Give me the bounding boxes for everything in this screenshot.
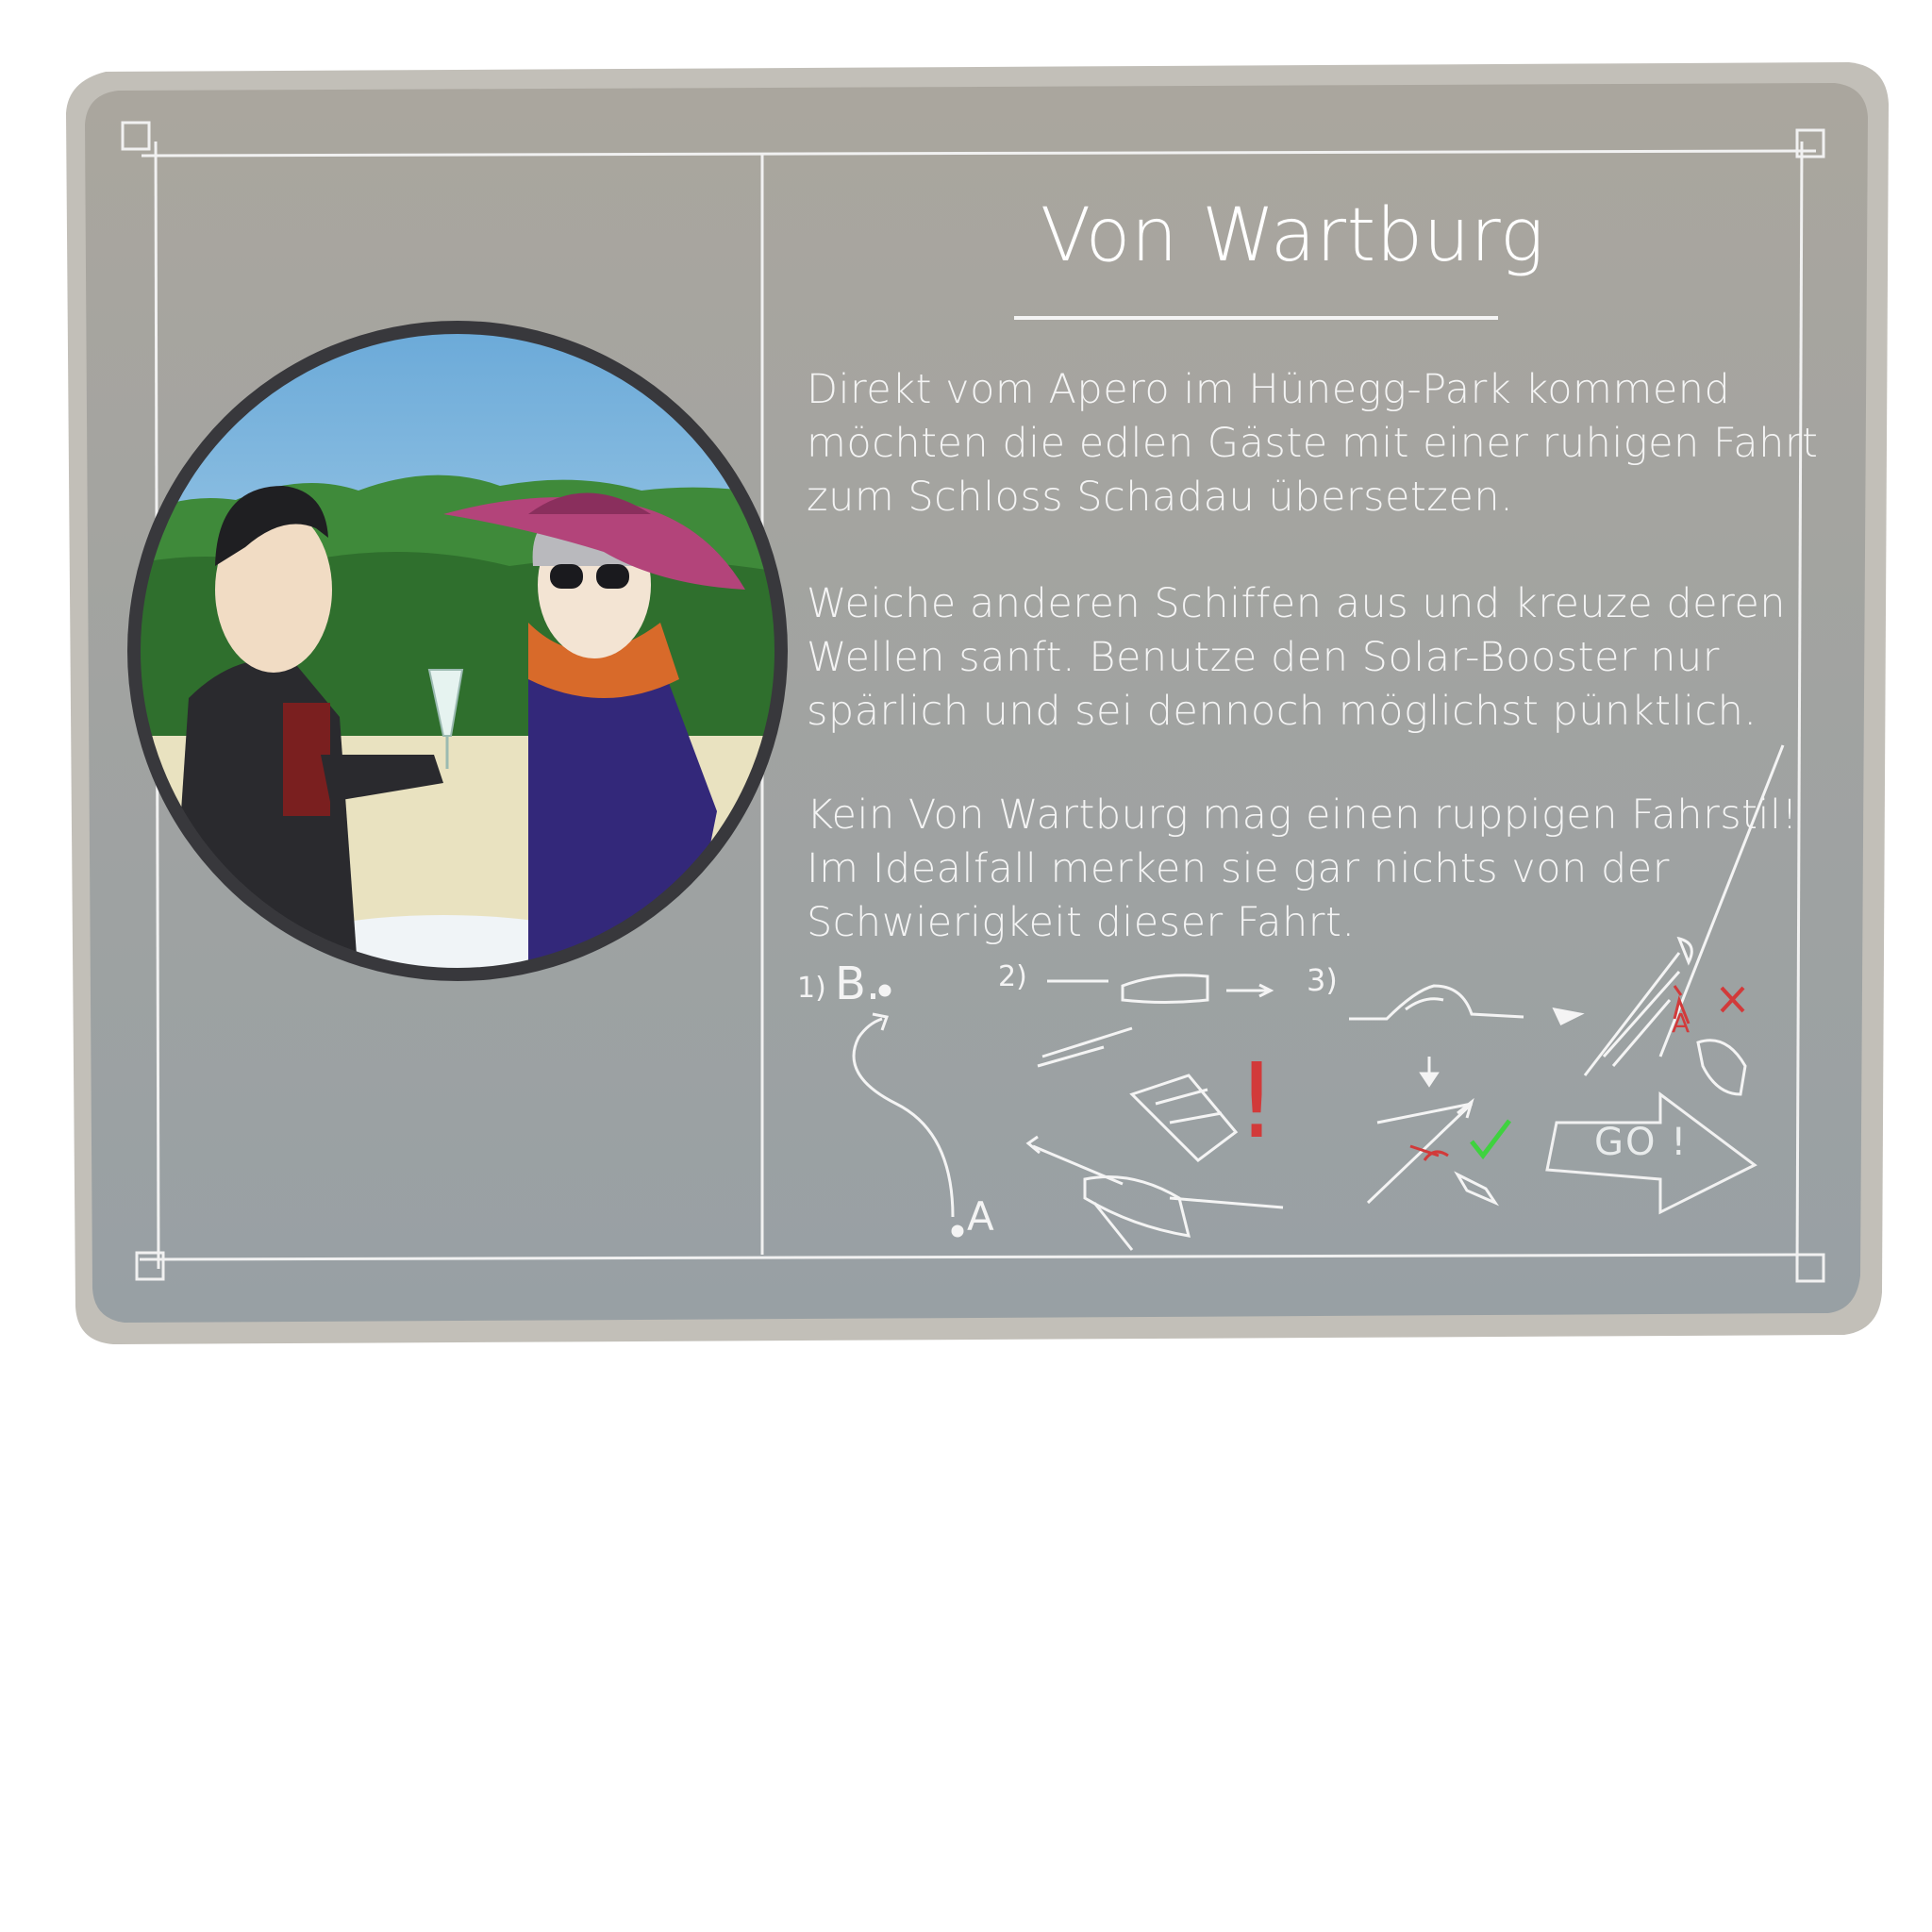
step-2-number: 2) <box>998 960 1027 993</box>
step-1-target-label: B. <box>835 958 881 1010</box>
step-3-point-label: A <box>1672 1008 1690 1039</box>
warning-exclamation: ! <box>1236 1041 1277 1161</box>
step-3-number: 3) <box>1307 962 1338 998</box>
description-paragraph-1: Direkt vom Apero im Hünegg-Park kommend … <box>807 366 1819 521</box>
go-button-label[interactable]: GO ! <box>1594 1121 1688 1164</box>
description-paragraph-2: Weiche anderen Schiffen aus und kreuze d… <box>807 580 1787 735</box>
game-scene: ! <box>66 62 1889 1344</box>
description-paragraph-3: Kein Von Wartburg mag einen ruppigen Fah… <box>807 791 1799 946</box>
step-1-start-label: A <box>967 1193 994 1240</box>
character-title: Von Wartburg <box>1040 193 1545 278</box>
step-1-number: 1) <box>797 972 826 1005</box>
